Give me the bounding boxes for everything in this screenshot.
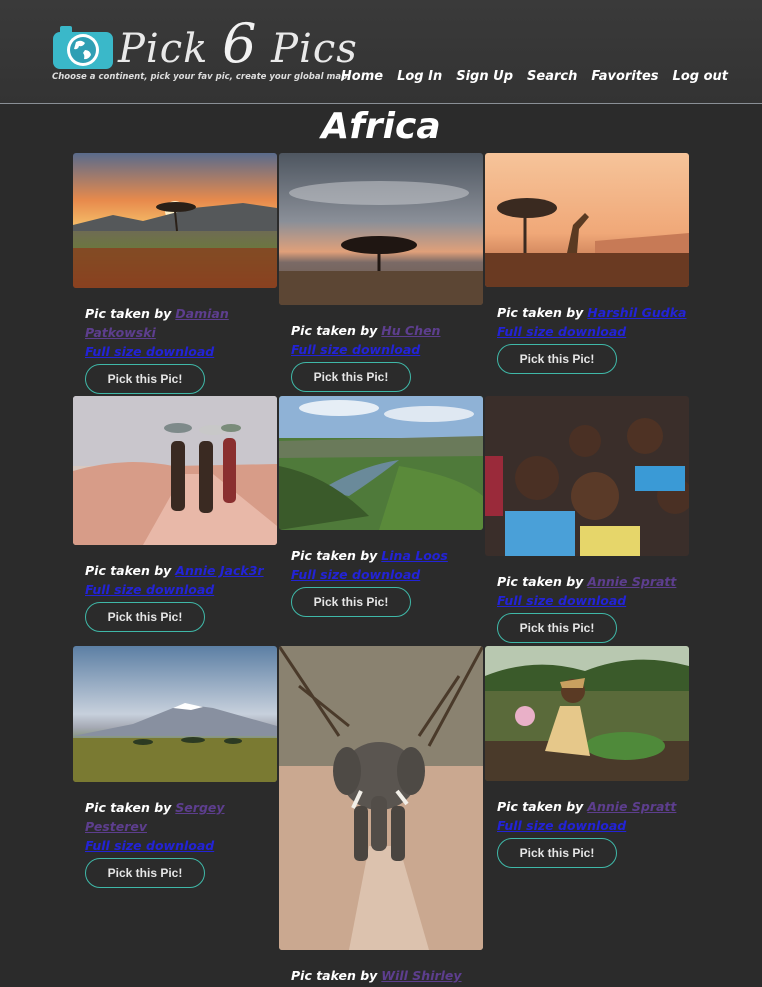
author-link[interactable]: Annie Jack3r [175, 563, 263, 578]
brand-name[interactable]: Pick 6 Pics [118, 17, 358, 73]
photo-card: Pic taken by Hu Chen Full size download … [279, 153, 483, 392]
nav-sign-up[interactable]: Sign Up [456, 69, 513, 84]
caption-prefix: Pic taken by [85, 306, 172, 321]
full-size-download-link[interactable]: Full size download [291, 565, 483, 584]
photo-giraffe[interactable] [485, 153, 689, 287]
nav-home[interactable]: Home [341, 69, 383, 84]
photo-children-carrying[interactable] [73, 396, 277, 545]
caption-prefix: Pic taken by [85, 563, 172, 578]
pick-this-pic-button[interactable]: Pick this Pic! [85, 364, 205, 394]
camera-globe-icon[interactable] [52, 24, 114, 70]
pick-this-pic-button[interactable]: Pick this Pic! [497, 613, 617, 643]
photo-card: Pic taken by Damian Patkowski Full size … [73, 153, 277, 394]
author-link[interactable]: Hu Chen [381, 323, 440, 338]
photo-card: Pic taken by Annie Jack3r Full size down… [73, 396, 277, 632]
site-header: Pick 6 Pics Choose a continent, pick you… [0, 0, 762, 104]
full-size-download-link[interactable]: Full size download [497, 322, 689, 341]
brand-tagline: Choose a continent, pick your fav pic, c… [52, 72, 348, 82]
photo-woman-farming[interactable] [485, 646, 689, 781]
author-link[interactable]: Lina Loos [381, 548, 448, 563]
caption-prefix: Pic taken by [85, 800, 172, 815]
nav-favorites[interactable]: Favorites [591, 69, 658, 84]
photo-elephant[interactable] [279, 646, 483, 950]
pick-this-pic-button[interactable]: Pick this Pic! [85, 858, 205, 888]
photo-card: Pic taken by Harshil Gudka Full size dow… [485, 153, 689, 374]
author-link[interactable]: Annie Spratt [587, 574, 676, 589]
pick-this-pic-button[interactable]: Pick this Pic! [291, 587, 411, 617]
nav-log-out[interactable]: Log out [673, 69, 728, 84]
caption-prefix: Pic taken by [497, 799, 584, 814]
full-size-download-link[interactable]: Full size download [85, 580, 277, 599]
page-title: Africa [321, 106, 441, 147]
full-size-download-link[interactable]: Full size download [291, 340, 483, 359]
photo-acacia-sunset[interactable] [73, 153, 277, 288]
photo-green-canyon[interactable] [279, 396, 483, 530]
caption-prefix: Pic taken by [291, 968, 378, 983]
pick-this-pic-button[interactable]: Pick this Pic! [497, 344, 617, 374]
caption-prefix: Pic taken by [291, 548, 378, 563]
full-size-download-link[interactable]: Full size download [497, 591, 689, 610]
photo-card: Pic taken by Annie Spratt Full size down… [485, 396, 689, 643]
photo-smiling-children[interactable] [485, 396, 689, 556]
photo-kilimanjaro[interactable] [73, 646, 277, 782]
full-size-download-link[interactable]: Full size download [497, 816, 689, 835]
photo-card: Pic taken by Lina Loos Full size downloa… [279, 396, 483, 617]
author-link[interactable]: Harshil Gudka [587, 305, 686, 320]
caption-prefix: Pic taken by [497, 574, 584, 589]
nav-search[interactable]: Search [527, 69, 577, 84]
pick-this-pic-button[interactable]: Pick this Pic! [85, 602, 205, 632]
pick-this-pic-button[interactable]: Pick this Pic! [291, 362, 411, 392]
caption-prefix: Pic taken by [291, 323, 378, 338]
full-size-download-link[interactable]: Full size download [85, 342, 277, 361]
full-size-download-link[interactable]: Full size download [85, 836, 277, 855]
author-link[interactable]: Will Shirley [381, 968, 461, 983]
author-link[interactable]: Annie Spratt [587, 799, 676, 814]
photo-card: Pic taken by Sergey Pesterev Full size d… [73, 646, 277, 888]
caption-prefix: Pic taken by [497, 305, 584, 320]
pick-this-pic-button[interactable]: Pick this Pic! [497, 838, 617, 868]
photo-lone-tree[interactable] [279, 153, 483, 305]
photo-card: Pic taken by Annie Spratt Full size down… [485, 646, 689, 868]
nav-log-in[interactable]: Log In [397, 69, 442, 84]
main-nav: Home Log In Sign Up Search Favorites Log… [341, 69, 728, 84]
photo-card: Pic taken by Will Shirley [279, 646, 483, 985]
